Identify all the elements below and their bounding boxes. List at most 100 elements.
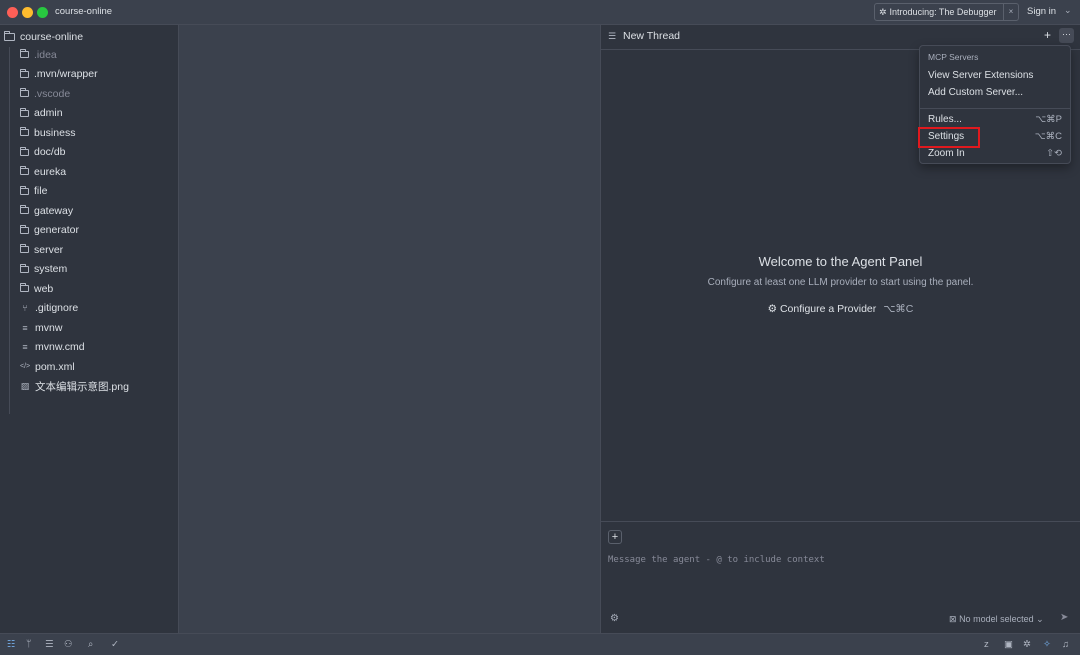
file-tree-item-label: gateway — [34, 204, 74, 217]
file-tree-item-label: eureka — [34, 165, 67, 178]
search-icon[interactable]: ⌕ — [88, 639, 93, 650]
menu-divider — [920, 108, 1070, 109]
thread-title: New Thread — [623, 30, 681, 42]
zoom-window-button[interactable] — [37, 7, 48, 18]
new-thread-button[interactable]: + — [1044, 28, 1051, 42]
file-tree-item[interactable]: ≡ mvnw — [20, 318, 129, 338]
file-tree-item[interactable]: </> pom.xml — [20, 357, 129, 377]
project-root[interactable]: course-online — [3, 29, 84, 45]
file-tree-item[interactable]: admin — [19, 104, 129, 124]
file-tree-item-label: admin — [34, 107, 63, 120]
message-composer: + Message the agent - @ to include conte… — [601, 521, 1080, 633]
thread-list-icon[interactable]: ☰ — [608, 31, 616, 42]
send-icon[interactable]: ➤ — [1060, 612, 1068, 623]
message-input[interactable]: Message the agent - @ to include context — [608, 555, 825, 565]
file-tree-item-label: generator — [34, 224, 79, 237]
git-branch-icon[interactable]: ᛘ — [26, 639, 32, 650]
sign-in-button[interactable]: Sign in — [1027, 6, 1056, 17]
collab-icon[interactable]: ⚇ — [64, 639, 73, 650]
configure-shortcut: ⌥⌘C — [883, 303, 914, 315]
file-tree-item[interactable]: ⑂ .gitignore — [20, 299, 129, 319]
outline-icon[interactable]: ☰ — [45, 639, 54, 650]
configure-provider-label: Configure a Provider — [779, 303, 877, 315]
file-tree-item[interactable]: doc/db — [19, 143, 129, 163]
folder-icon — [19, 166, 29, 176]
file-tree-item[interactable]: generator — [19, 221, 129, 241]
folder-icon — [19, 224, 29, 234]
folder-icon — [19, 146, 29, 156]
banner-text: Introducing: The Debugger — [889, 7, 997, 17]
text-file-icon: ≡ — [22, 342, 28, 353]
add-context-button[interactable]: + — [608, 530, 622, 544]
file-tree-item[interactable]: .vscode — [19, 84, 129, 104]
title-bar: course-online ✲ Introducing: The Debugge… — [0, 0, 1080, 25]
file-tree-item[interactable]: business — [19, 123, 129, 143]
project-title[interactable]: course-online — [55, 6, 112, 17]
file-tree-item-label: mvnw — [35, 321, 63, 334]
menu-item-add-custom-server[interactable]: Add Custom Server... — [928, 87, 1023, 98]
debug-icon[interactable]: ✲ — [1023, 639, 1031, 650]
terminal-icon[interactable]: ▣ — [1004, 639, 1013, 650]
debugger-banner[interactable]: ✲ Introducing: The Debugger × — [874, 3, 1019, 21]
file-tree-item[interactable]: server — [19, 240, 129, 260]
project-root-label: course-online — [20, 31, 84, 43]
file-tree-item-label: .gitignore — [35, 302, 79, 315]
file-tree-item-label: pom.xml — [35, 360, 75, 373]
banner-close-button[interactable]: × — [1003, 4, 1018, 20]
project-panel-icon[interactable]: ☷ — [7, 639, 16, 650]
file-tree-item-label: web — [34, 282, 54, 295]
gear-icon: ⚙ — [767, 303, 778, 315]
menu-item-rules[interactable]: Rules... — [928, 114, 962, 125]
file-tree-item[interactable]: .idea — [19, 45, 129, 65]
file-tree-item[interactable]: gateway — [19, 201, 129, 221]
bell-icon[interactable]: ♫ — [1062, 639, 1069, 650]
welcome-subtitle: Configure at least one LLM provider to s… — [707, 277, 974, 288]
file-tree-item[interactable]: ▨ 文本编辑示意图.png — [20, 377, 129, 397]
chevron-down-icon: ⌄ — [1036, 614, 1044, 624]
diagnostics-check-icon[interactable]: ✓ — [111, 639, 119, 650]
configure-provider-button[interactable]: ⚙ Configure a Provider ⌥⌘C — [601, 303, 1080, 315]
file-tree-item-label: system — [34, 263, 68, 276]
file-tree-item[interactable]: eureka — [19, 162, 129, 182]
project-panel: course-online .idea .mvn/wrapper .vscode ad… — [0, 25, 179, 633]
model-selector[interactable]: ⊠ No model selected ⌄ — [949, 614, 1044, 625]
model-settings-icon[interactable]: ⚙ — [610, 613, 619, 624]
file-tree: .idea .mvn/wrapper .vscode admin business doc… — [19, 45, 129, 397]
menu-item-zoom-in[interactable]: Zoom In — [928, 148, 965, 159]
rules-shortcut: ⌥⌘P — [1035, 114, 1062, 125]
status-bar: ☷ ᛘ ☰ ⚇ ⌕ ✓ z ▣ ✲ ✧ ♫ — [0, 633, 1080, 655]
file-tree-item-label: .mvn/wrapper — [34, 68, 98, 81]
folder-icon — [19, 283, 29, 293]
file-tree-item[interactable]: ≡ mvnw.cmd — [20, 338, 129, 358]
settings-shortcut: ⌥⌘C — [1034, 131, 1062, 142]
model-icon: ⊠ — [949, 614, 957, 624]
file-tree-item[interactable]: web — [19, 279, 129, 299]
sleep-icon[interactable]: z — [984, 639, 989, 650]
file-tree-item-label: mvnw.cmd — [35, 341, 85, 354]
editor-pane[interactable] — [179, 25, 600, 633]
file-tree-item[interactable]: system — [19, 260, 129, 280]
folder-open-icon — [3, 31, 15, 41]
folder-icon — [19, 185, 29, 195]
file-tree-item-label: .idea — [34, 48, 57, 61]
file-tree-item[interactable]: file — [19, 182, 129, 202]
file-tree-item-label: 文本编辑示意图.png — [35, 380, 129, 393]
file-tree-item-label: business — [34, 126, 76, 139]
assistant-icon[interactable]: ✧ — [1043, 639, 1051, 650]
welcome-title: Welcome to the Agent Panel — [758, 254, 923, 269]
menu-item-view-server-extensions[interactable]: View Server Extensions — [928, 70, 1033, 81]
minimize-window-button[interactable] — [22, 7, 33, 18]
image-file-icon: ▨ — [20, 380, 30, 391]
more-options-button[interactable]: ··· — [1059, 28, 1074, 43]
zoom-shortcut: ⇧⟲ — [1046, 148, 1062, 159]
file-tree-item-label: server — [34, 243, 64, 256]
file-tree-item[interactable]: .mvn/wrapper — [19, 65, 129, 85]
folder-icon — [19, 107, 29, 117]
indent-guide — [9, 47, 10, 414]
close-window-button[interactable] — [7, 7, 18, 18]
menu-header: MCP Servers — [928, 52, 979, 62]
git-icon: ⑂ — [22, 303, 28, 314]
chevron-down-icon[interactable]: ⌄ — [1064, 5, 1072, 16]
folder-icon — [19, 205, 29, 215]
bug-icon: ✲ — [879, 6, 887, 17]
